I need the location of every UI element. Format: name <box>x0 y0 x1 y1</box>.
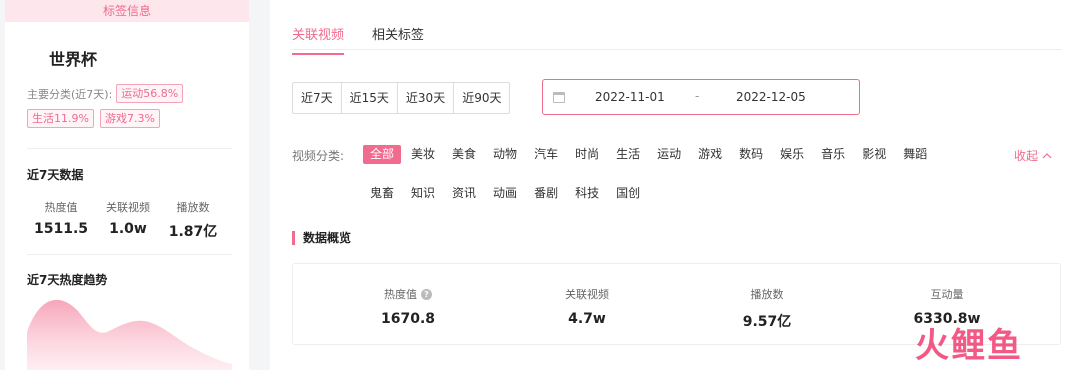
date-separator: - <box>695 89 700 103</box>
calendar-icon <box>553 91 565 103</box>
trend-title: 近7天热度趋势 <box>27 273 108 287</box>
category-badge: 游戏7.3% <box>99 109 160 128</box>
collapse-button[interactable]: 收起 <box>1014 147 1052 164</box>
range-90d-button[interactable]: 近90天 <box>454 83 509 113</box>
stat-value: 1.87亿 <box>168 224 218 240</box>
date-end[interactable]: 2022-12-05 <box>736 90 806 104</box>
range-15d-button[interactable]: 近15天 <box>342 83 398 113</box>
date-range-picker[interactable]: 2022-11-01 - 2022-12-05 <box>542 79 860 115</box>
video-category-label: 视频分类: <box>292 149 345 163</box>
overview-value: 1670.8 <box>380 311 436 327</box>
overview-label-wrap: 热度值 ? <box>348 286 468 302</box>
range-7d-button[interactable]: 近7天 <box>293 83 342 113</box>
category-item[interactable]: 游戏 <box>691 145 729 164</box>
category-all[interactable]: 全部 <box>363 145 402 164</box>
overview-label: 热度值 <box>384 288 417 301</box>
category-item[interactable]: 汽车 <box>527 145 565 164</box>
category-item[interactable]: 生活 <box>609 145 647 164</box>
tab-divider <box>292 49 1062 50</box>
collapse-label: 收起 <box>1014 149 1039 163</box>
stat-label: 热度值 <box>44 201 78 214</box>
overview-label: 互动量 <box>930 288 964 301</box>
category-item[interactable]: 数码 <box>732 145 770 164</box>
overview-value: 9.57亿 <box>742 314 792 330</box>
overview-title: 数据概览 <box>292 231 351 245</box>
stat-label: 关联视频 <box>106 201 150 214</box>
divider <box>27 148 232 149</box>
category-item[interactable]: 动画 <box>486 184 524 203</box>
trend-area <box>27 299 232 370</box>
category-item[interactable]: 国创 <box>609 184 647 203</box>
tab-bar: 关联视频 相关标签 <box>292 24 424 55</box>
tag-info-panel: 标签信息 世界杯 主要分类(近7天): 运动56.8% 生活11.9% 游戏7.… <box>5 0 249 370</box>
watermark-logo: 火鲤鱼 <box>915 326 1023 366</box>
tag-info-header: 标签信息 <box>5 0 249 22</box>
category-item[interactable]: 音乐 <box>814 145 852 164</box>
category-item[interactable]: 知识 <box>404 184 442 203</box>
category-item[interactable]: 美妆 <box>404 145 442 164</box>
stat-label: 播放数 <box>176 201 210 214</box>
overview-value: 4.7w <box>568 311 606 327</box>
range-30d-button[interactable]: 近30天 <box>398 83 455 113</box>
video-category-list: 全部 美妆 美食 动物 汽车 时尚 生活 运动 游戏 数码 娱乐 音乐 影视 舞… <box>363 145 1003 203</box>
date-start[interactable]: 2022-11-01 <box>595 90 665 104</box>
category-item[interactable]: 美食 <box>445 145 483 164</box>
category-item[interactable]: 娱乐 <box>773 145 811 164</box>
main-category-label: 主要分类(近7天): <box>27 87 113 101</box>
divider <box>27 254 232 255</box>
stat-heat: 热度值 1511.5 <box>26 199 96 237</box>
category-item[interactable]: 动物 <box>486 145 524 164</box>
category-badge: 运动56.8% <box>116 84 184 103</box>
overview-label: 播放数 <box>750 288 784 301</box>
category-item[interactable]: 番剧 <box>527 184 565 203</box>
tab-related-tags[interactable]: 相关标签 <box>372 24 424 55</box>
heat-trend-chart <box>27 299 232 370</box>
chevron-up-icon <box>1042 153 1052 159</box>
stat-plays: 播放数 1.87亿 <box>158 199 228 241</box>
help-icon[interactable]: ? <box>421 288 432 300</box>
time-range-group: 近7天 近15天 近30天 近90天 <box>292 82 511 114</box>
tab-related-videos[interactable]: 关联视频 <box>292 24 345 55</box>
overview-videos: 关联视频 4.7w <box>527 286 647 327</box>
category-badge: 生活11.9% <box>27 109 94 128</box>
category-item[interactable]: 舞蹈 <box>896 145 934 164</box>
category-item[interactable]: 影视 <box>855 145 893 164</box>
overview-label: 关联视频 <box>565 288 609 301</box>
main-category-row-2: 生活11.9% 游戏7.3% <box>27 109 160 128</box>
overview-plays: 播放数 9.57亿 <box>707 286 827 331</box>
overview-value: 6330.8w <box>913 311 981 327</box>
category-item[interactable]: 资讯 <box>445 184 483 203</box>
tag-title: 世界杯 <box>49 50 98 69</box>
category-item[interactable]: 科技 <box>568 184 606 203</box>
overview-interactions: 互动量 6330.8w <box>887 286 1007 327</box>
stats-title: 近7天数据 <box>27 168 84 182</box>
main-panel: 关联视频 相关标签 近7天 近15天 近30天 近90天 2022-11-01 … <box>270 0 1080 370</box>
category-item[interactable]: 运动 <box>650 145 688 164</box>
category-item[interactable]: 鬼畜 <box>363 184 401 203</box>
stat-value: 1511.5 <box>33 221 89 237</box>
stat-videos: 关联视频 1.0w <box>93 199 163 237</box>
stat-value: 1.0w <box>109 221 147 237</box>
overview-heat: 热度值 ? 1670.8 <box>348 286 468 327</box>
category-item[interactable]: 时尚 <box>568 145 606 164</box>
main-category-row: 主要分类(近7天): 运动56.8% <box>27 84 184 103</box>
